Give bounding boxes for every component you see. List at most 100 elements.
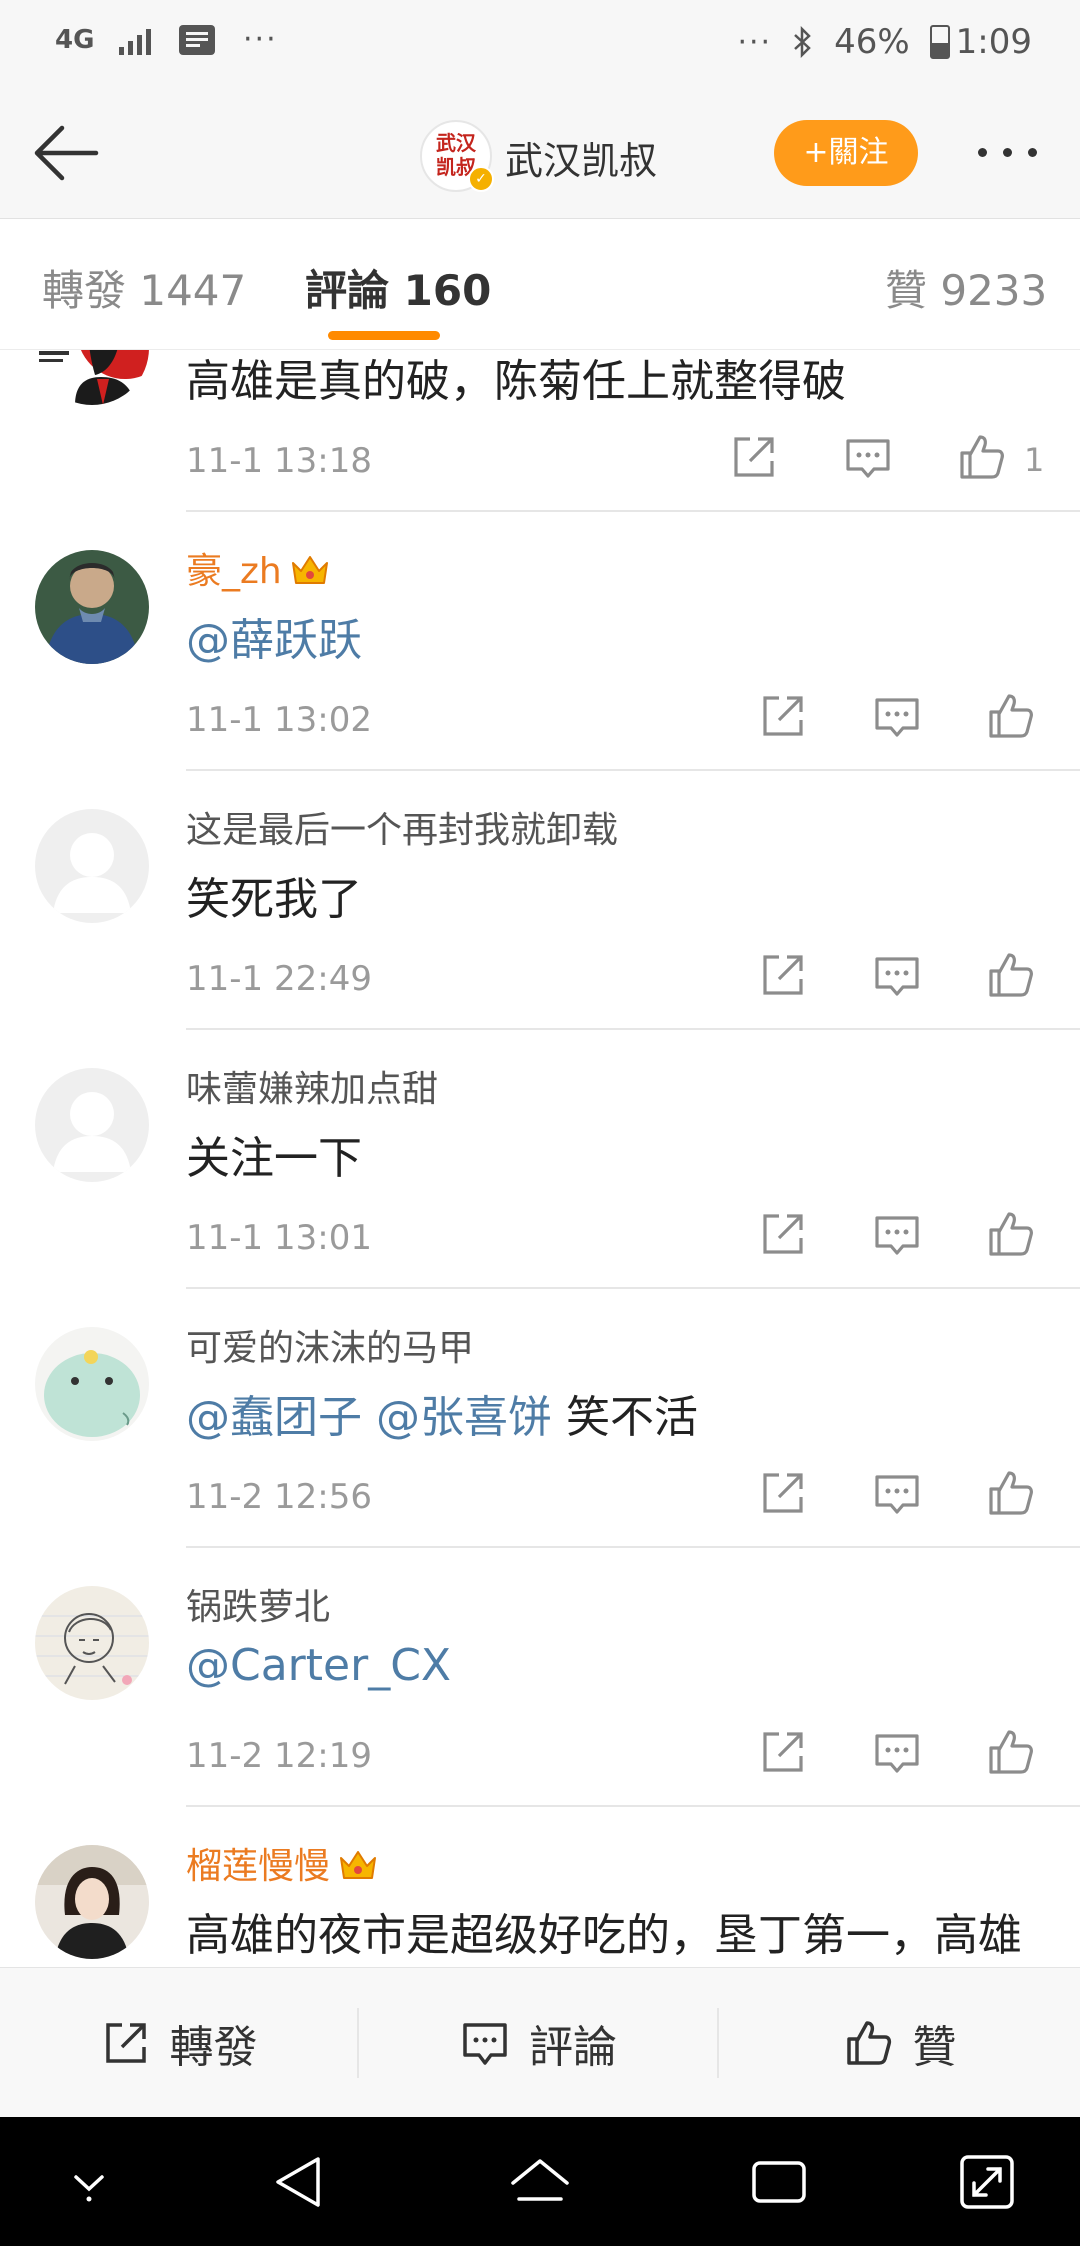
battery-icon bbox=[929, 25, 950, 59]
user-mention-link[interactable]: @薛跃跃 bbox=[186, 615, 362, 666]
repost-icon[interactable] bbox=[757, 1726, 809, 1778]
comment-item[interactable]: 味蕾嫌辣加点甜关注一下 11-1 13:01 bbox=[0, 1030, 1080, 1289]
home-icon[interactable] bbox=[505, 2147, 575, 2217]
repost-icon[interactable] bbox=[757, 1467, 809, 1519]
user-avatar[interactable] bbox=[35, 550, 149, 664]
comment-item[interactable]: 这是最后一个再封我就卸载笑死我了 11-1 22:49 bbox=[0, 771, 1080, 1030]
message-icon bbox=[179, 24, 215, 55]
comment-timestamp: 11-1 13:18 bbox=[186, 441, 372, 481]
username-text: 这是最后一个再封我就卸载 bbox=[186, 810, 619, 851]
vip-crown-icon bbox=[291, 556, 328, 584]
comment-username[interactable]: 可爱的沫沫的马甲 bbox=[186, 1319, 474, 1371]
user-avatar[interactable] bbox=[35, 1845, 149, 1959]
comment-icon bbox=[463, 2023, 507, 2065]
repost-icon[interactable] bbox=[757, 690, 809, 742]
repost-icon[interactable] bbox=[728, 431, 780, 483]
account-name[interactable]: 武汉凯叔 bbox=[505, 130, 657, 185]
comment-label: 評論 bbox=[529, 2022, 617, 2073]
active-tab-indicator bbox=[328, 331, 440, 340]
comment-username[interactable]: 榴莲慢慢 bbox=[186, 1837, 378, 1889]
user-mention-link[interactable]: @蠢团子 bbox=[186, 1392, 362, 1443]
repost-icon bbox=[105, 2023, 146, 2063]
user-avatar[interactable] bbox=[35, 1068, 149, 1182]
reply-icon[interactable] bbox=[871, 1208, 923, 1260]
comment-username[interactable]: 这是最后一个再封我就卸载 bbox=[186, 801, 618, 853]
reply-icon[interactable] bbox=[871, 1726, 923, 1778]
tab-likes[interactable]: 贊 9233 bbox=[885, 257, 1047, 318]
comment-text-segment bbox=[362, 1392, 376, 1443]
comment-text: @蠢团子 @张喜饼 笑不活 bbox=[186, 1381, 698, 1445]
comment-button[interactable]: 評論 bbox=[359, 1968, 717, 2118]
comment-item[interactable]: 榴莲慢慢高雄的夜市是超级好吃的，垦丁第一，高雄 bbox=[0, 1807, 1080, 1967]
overflow-icon: ··· bbox=[737, 24, 773, 60]
comment-text: 笑死我了 bbox=[186, 863, 362, 927]
user-mention-link[interactable]: @张喜饼 bbox=[376, 1392, 552, 1443]
bluetooth-icon bbox=[794, 26, 811, 58]
comment-text: @薛跃跃 bbox=[186, 604, 362, 668]
like-label: 贊 bbox=[912, 2022, 957, 2073]
username-text: 味蕾嫌辣加点甜 bbox=[186, 1069, 439, 1110]
top-nav: 武汉凯叔 ✓ 武汉凯叔 +關注 bbox=[0, 90, 1080, 219]
comment-username[interactable]: 味蕾嫌辣加点甜 bbox=[186, 1060, 438, 1112]
comment-username[interactable]: 豪_zh bbox=[186, 542, 330, 594]
comment-text-segment: 高雄的夜市是超级好吃的，垦丁第一，高雄 bbox=[186, 1910, 1022, 1961]
more-options-icon[interactable] bbox=[978, 140, 1048, 166]
comment-timestamp: 11-2 12:56 bbox=[186, 1477, 372, 1517]
like-icon[interactable] bbox=[985, 1208, 1037, 1260]
screen-rotate-icon[interactable] bbox=[952, 2147, 1022, 2217]
system-navigation-bar bbox=[0, 2117, 1080, 2246]
repost-icon[interactable] bbox=[757, 1208, 809, 1260]
reply-icon[interactable] bbox=[842, 431, 894, 483]
back-arrow-icon[interactable] bbox=[30, 120, 102, 186]
like-icon[interactable] bbox=[956, 431, 1008, 483]
vip-crown-icon bbox=[340, 1851, 377, 1879]
clock: 1:09 bbox=[955, 22, 1032, 62]
comment-item[interactable]: 高雄是真的破，陈菊任上就整得破 11-1 13:18 1 bbox=[0, 349, 1080, 512]
comment-text: @Carter_CX bbox=[186, 1640, 451, 1691]
username-text: 可爱的沫沫的马甲 bbox=[186, 1328, 475, 1369]
status-bar: 4G ··· ··· 46% 1:09 bbox=[0, 0, 1080, 90]
tab-comments[interactable]: 評論 160 bbox=[305, 257, 491, 318]
network-indicator: 4G bbox=[55, 24, 95, 55]
repost-button[interactable]: 轉發 bbox=[0, 1968, 357, 2118]
like-button[interactable]: 贊 bbox=[719, 1968, 1080, 2118]
follow-button[interactable]: +關注 bbox=[774, 120, 918, 186]
like-icon[interactable] bbox=[985, 690, 1037, 742]
tab-reposts[interactable]: 轉發 1447 bbox=[42, 257, 246, 318]
user-avatar[interactable] bbox=[35, 349, 149, 405]
comment-timestamp: 11-2 12:19 bbox=[186, 1736, 372, 1776]
username-text: 豪_zh bbox=[186, 551, 282, 592]
tab-bar: 轉發 1447 評論 160 贊 9233 bbox=[0, 219, 1080, 350]
reply-icon[interactable] bbox=[871, 949, 923, 1001]
comment-item[interactable]: 可爱的沫沫的马甲 @蠢团子 @张喜饼 笑不活 11-2 12:56 bbox=[0, 1289, 1080, 1548]
recent-apps-icon[interactable] bbox=[744, 2147, 814, 2217]
user-mention-link[interactable]: @Carter_CX bbox=[186, 1640, 451, 1691]
username-text: 锅跌萝北 bbox=[186, 1587, 331, 1628]
like-icon[interactable] bbox=[985, 1726, 1037, 1778]
reply-icon[interactable] bbox=[871, 690, 923, 742]
comment-timestamp: 11-1 13:01 bbox=[186, 1218, 372, 1258]
thumbs-up-icon bbox=[846, 2021, 891, 2065]
comment-username[interactable]: 锅跌萝北 bbox=[186, 1578, 330, 1630]
like-icon[interactable] bbox=[985, 949, 1037, 1001]
comment-item[interactable]: 锅跌萝北 @Carter_CX 11-2 12:19 bbox=[0, 1548, 1080, 1807]
chevron-down-icon[interactable] bbox=[54, 2147, 124, 2217]
account-avatar[interactable]: 武汉凯叔 ✓ bbox=[420, 120, 494, 192]
reply-icon[interactable] bbox=[871, 1467, 923, 1519]
comment-text: 高雄的夜市是超级好吃的，垦丁第一，高雄 bbox=[186, 1899, 1022, 1963]
comment-item[interactable]: 豪_zh @薛跃跃 11-1 13:02 bbox=[0, 512, 1080, 771]
signal-icon bbox=[119, 25, 151, 55]
user-avatar[interactable] bbox=[35, 1586, 149, 1700]
bottom-action-bar: 轉發 評論 贊 bbox=[0, 1967, 1080, 2118]
back-triangle-icon[interactable] bbox=[266, 2147, 336, 2217]
comment-timestamp: 11-1 22:49 bbox=[186, 959, 372, 999]
comment-text-segment: 关注一下 bbox=[186, 1133, 362, 1184]
more-notifications-icon: ··· bbox=[243, 22, 278, 57]
verified-badge-icon: ✓ bbox=[468, 166, 494, 192]
repost-icon[interactable] bbox=[757, 949, 809, 1001]
like-icon[interactable] bbox=[985, 1467, 1037, 1519]
comment-text: 高雄是真的破，陈菊任上就整得破 bbox=[186, 349, 846, 409]
comment-list[interactable]: 高雄是真的破，陈菊任上就整得破 11-1 13:18 1 豪_zh @薛跃跃 11-1 1… bbox=[0, 349, 1080, 1967]
user-avatar[interactable] bbox=[35, 809, 149, 923]
user-avatar[interactable] bbox=[35, 1327, 149, 1441]
